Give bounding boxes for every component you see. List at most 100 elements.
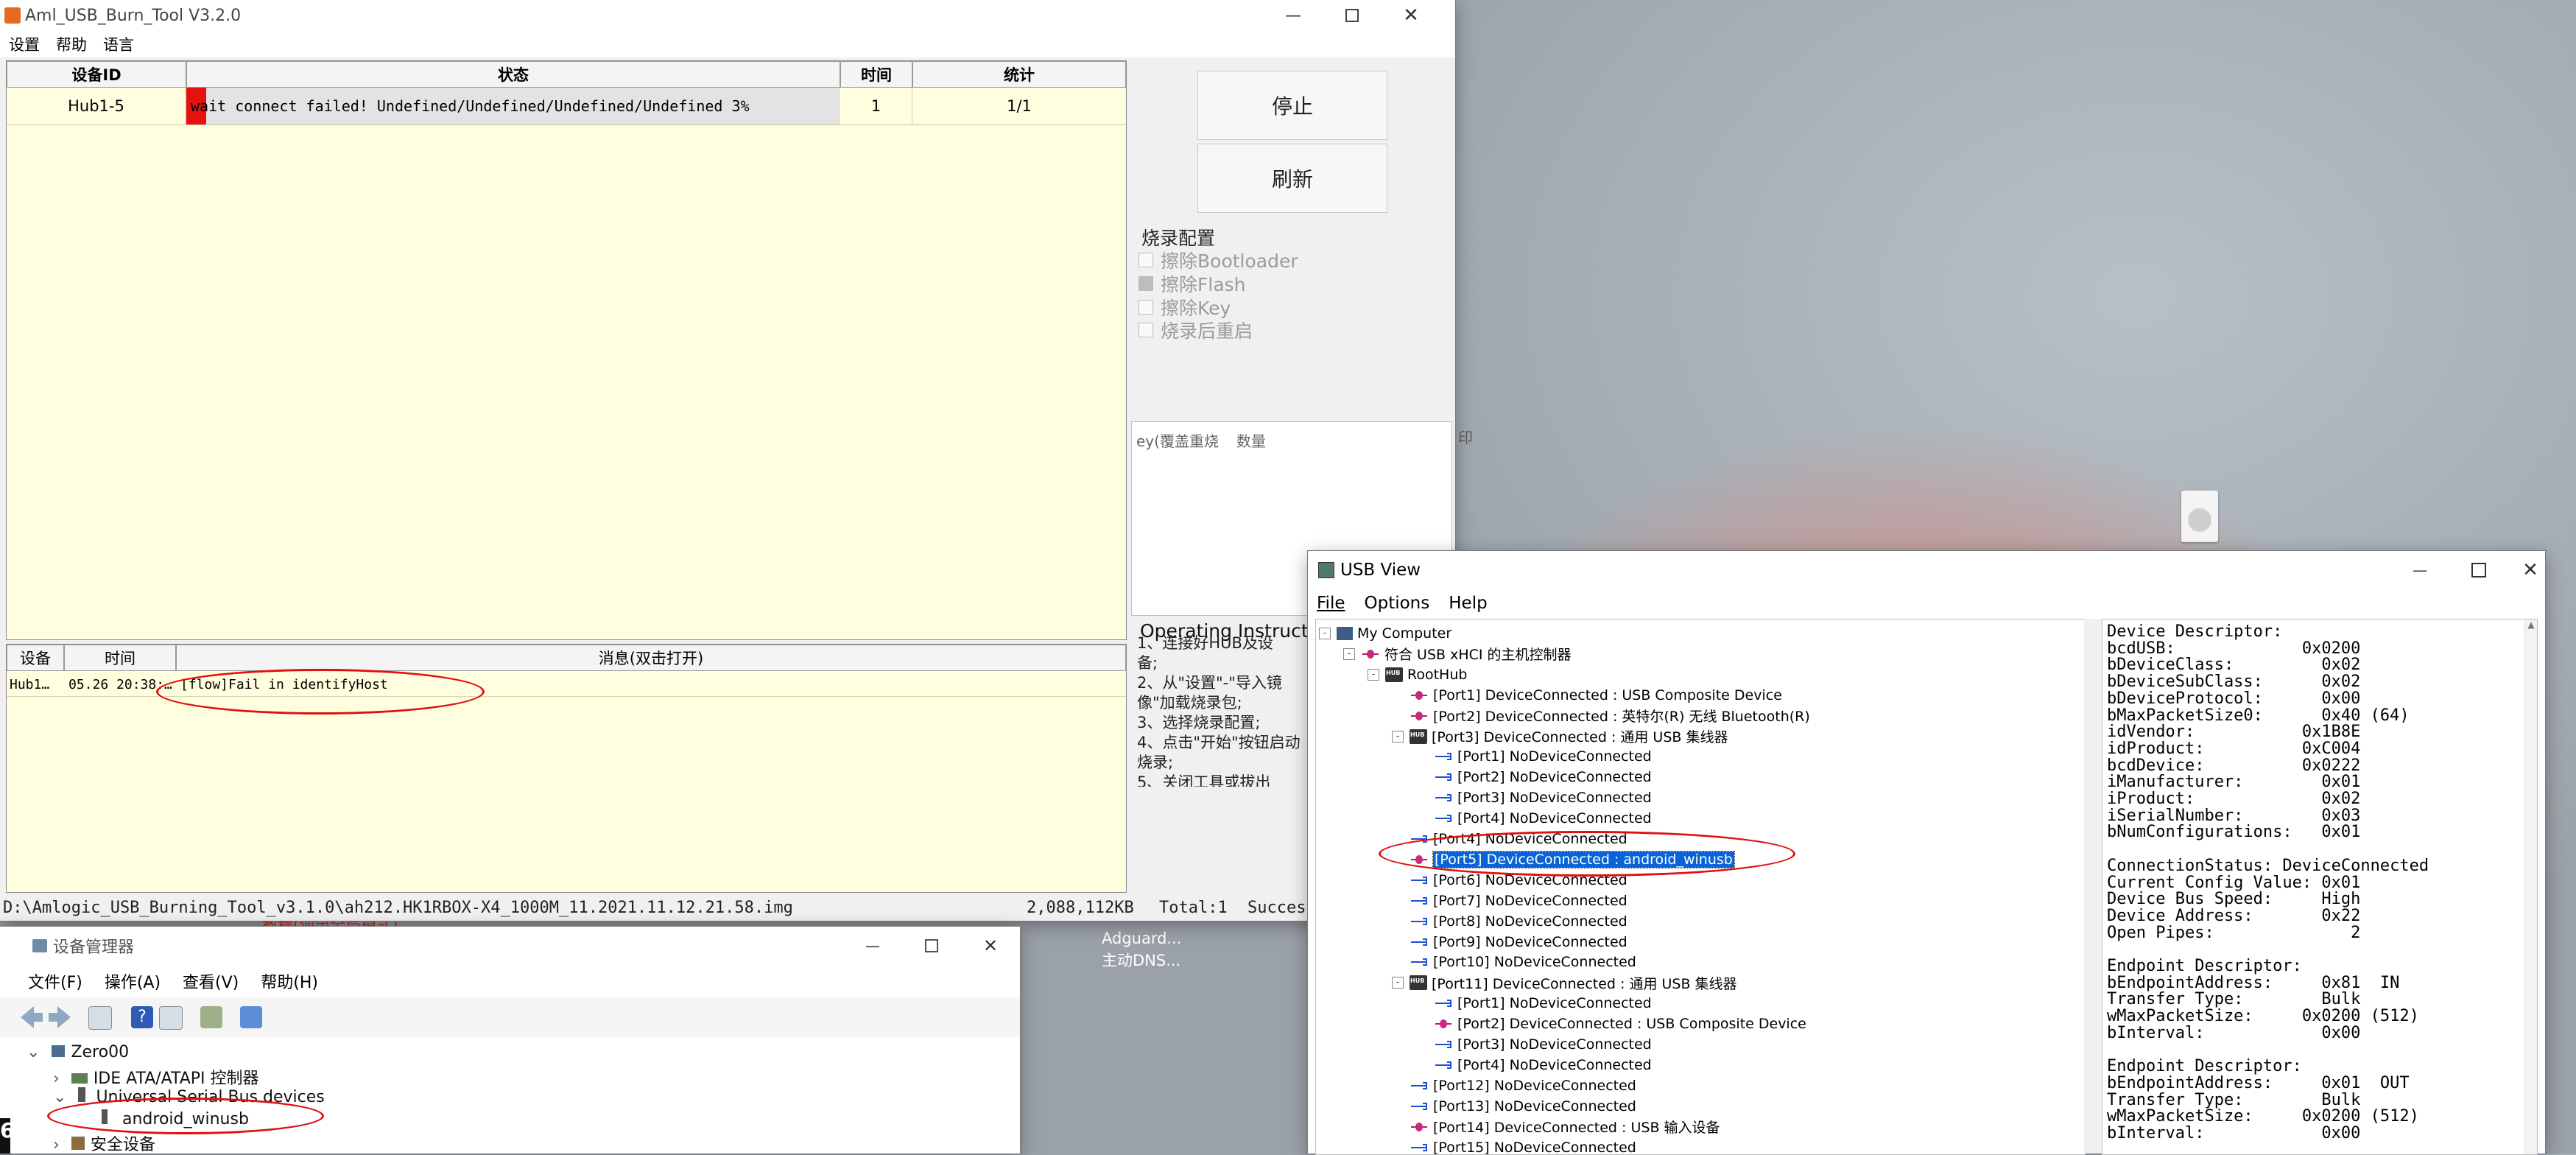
- usb-tree-node[interactable]: -My Computer: [1319, 624, 1451, 643]
- tree-collapse-icon[interactable]: -: [1368, 669, 1379, 681]
- menu-help[interactable]: 帮助(H): [261, 969, 318, 993]
- usb-tree-node-label: [Port8] NoDeviceConnected: [1433, 913, 1627, 930]
- tree-collapse-icon[interactable]: -: [1392, 977, 1404, 989]
- minimize-button[interactable]: —: [2390, 551, 2449, 589]
- tree-node-label: 安全设备: [91, 1136, 155, 1154]
- menu-file[interactable]: File: [1317, 594, 1345, 613]
- aml-burn-tool-window: Aml_USB_Burn_Tool V3.2.0 — ✕ 设置 帮助 语言 设备…: [0, 0, 1455, 921]
- usb-tree-node[interactable]: [Port1] DeviceConnected : USB Composite …: [1392, 686, 1782, 705]
- usb-tree-node[interactable]: [Port4] NoDeviceConnected: [1392, 829, 1627, 849]
- refresh-button[interactable]: 刷新: [1197, 144, 1387, 213]
- scroll-up-arrow-icon[interactable]: ▲: [2525, 619, 2537, 630]
- statusbar-total: Total:1: [1159, 899, 1228, 917]
- tree-node-ide[interactable]: ›IDE ATA/ATAPI 控制器: [53, 1065, 259, 1089]
- usb-tree-node[interactable]: [Port2] NoDeviceConnected: [1416, 768, 1652, 787]
- desktop-overlap-text-adguard: Adguard...: [1102, 930, 1181, 947]
- usbview-window-title: USB View: [1340, 561, 1421, 580]
- scan-hardware-icon[interactable]: [200, 1006, 222, 1028]
- usb-tree-node[interactable]: [Port8] NoDeviceConnected: [1392, 912, 1627, 931]
- usb-device-connected-icon: [1410, 1121, 1429, 1133]
- log-row[interactable]: Hub1… 05.26 20:38:… [flow]Fail in identi…: [7, 674, 1126, 697]
- back-arrow-icon[interactable]: [21, 1006, 43, 1028]
- usb-tree-node[interactable]: [Port7] NoDeviceConnected: [1392, 891, 1627, 910]
- chevron-right-icon[interactable]: ›: [53, 1136, 60, 1154]
- usb-tree-node[interactable]: [Port3] NoDeviceConnected: [1416, 1035, 1652, 1054]
- usb-tree-node[interactable]: [Port1] NoDeviceConnected: [1416, 994, 1652, 1013]
- log-col-header-device[interactable]: 设备: [7, 645, 64, 671]
- menu-settings[interactable]: 设置: [9, 33, 40, 55]
- table-row[interactable]: Hub1-5 wait connect failed! Undefined/Un…: [7, 88, 1126, 125]
- stop-button[interactable]: 停止: [1197, 71, 1387, 140]
- close-button[interactable]: ✕: [2501, 551, 2560, 589]
- checkbox-reboot-after[interactable]: 烧录后重启: [1139, 317, 1253, 343]
- usb-tree-node[interactable]: [Port2] DeviceConnected : USB Composite …: [1416, 1014, 1806, 1033]
- key-col-header-count[interactable]: 数量: [1236, 429, 1266, 451]
- chevron-down-icon[interactable]: ⌄: [27, 1043, 40, 1061]
- minimize-button[interactable]: —: [1264, 0, 1323, 31]
- close-button[interactable]: ✕: [1382, 0, 1440, 31]
- menu-view[interactable]: 查看(V): [183, 969, 239, 993]
- tree-node-android-winusb[interactable]: android_winusb: [102, 1109, 249, 1128]
- device-view-icon[interactable]: [159, 1006, 183, 1030]
- minimize-button[interactable]: —: [843, 927, 902, 965]
- usb-port-empty-icon: [1434, 997, 1453, 1009]
- help-icon[interactable]: ?: [131, 1006, 153, 1028]
- panel-divider[interactable]: [2084, 619, 2102, 1154]
- col-header-device-id[interactable]: 设备ID: [7, 61, 186, 88]
- usb-tree-node[interactable]: -符合 USB xHCI 的主机控制器: [1343, 645, 1572, 664]
- log-table: 设备 时间 消息(双击打开) Hub1… 05.26 20:38:… [flow…: [6, 644, 1127, 893]
- usb-tree-node[interactable]: [Port6] NoDeviceConnected: [1392, 871, 1627, 890]
- monitor-icon[interactable]: [240, 1006, 262, 1028]
- usb-tree-node[interactable]: [Port5] DeviceConnected : android_winusb: [1392, 850, 1734, 869]
- usb-tree-node-label: [Port3] NoDeviceConnected: [1457, 790, 1652, 806]
- key-col-header-key[interactable]: ey(覆盖重烧: [1136, 429, 1219, 451]
- checkbox-erase-flash[interactable]: 擦除Flash: [1139, 270, 1246, 297]
- close-button[interactable]: ✕: [961, 927, 1020, 965]
- key-table-side-label: 印: [1458, 426, 1473, 447]
- menu-action[interactable]: 操作(A): [105, 969, 161, 993]
- maximize-button[interactable]: [2449, 551, 2508, 589]
- chevron-right-icon[interactable]: ›: [53, 1070, 60, 1088]
- forward-arrow-icon[interactable]: [49, 1006, 71, 1028]
- chevron-down-icon[interactable]: ⌄: [53, 1088, 66, 1106]
- usb-tree-node[interactable]: -[Port3] DeviceConnected : 通用 USB 集线器: [1392, 727, 1728, 746]
- usb-tree-node[interactable]: [Port1] NoDeviceConnected: [1416, 747, 1652, 766]
- desktop-file-icon[interactable]: [2181, 491, 2218, 542]
- usb-tree-node[interactable]: [Port2] DeviceConnected : 英特尔(R) 无线 Blue…: [1392, 706, 1810, 726]
- usb-tree-node[interactable]: [Port9] NoDeviceConnected: [1392, 933, 1627, 952]
- maximize-button[interactable]: [1323, 0, 1382, 31]
- log-col-header-message[interactable]: 消息(双击打开): [176, 645, 1126, 671]
- usb-tree-node[interactable]: [Port10] NoDeviceConnected: [1392, 952, 1636, 972]
- checkbox-erase-bootloader[interactable]: 擦除Bootloader: [1139, 247, 1298, 273]
- tree-collapse-icon[interactable]: -: [1319, 628, 1331, 639]
- tree-node-usb-devices[interactable]: ⌄Universal Serial Bus devices: [53, 1087, 325, 1106]
- usb-tree-node[interactable]: [Port13] NoDeviceConnected: [1392, 1097, 1636, 1116]
- usb-tree-node[interactable]: -RootHub: [1368, 665, 1467, 684]
- menu-help[interactable]: Help: [1449, 594, 1487, 613]
- tree-collapse-icon[interactable]: -: [1343, 648, 1355, 660]
- menu-language[interactable]: 语言: [103, 33, 134, 55]
- col-header-time[interactable]: 时间: [840, 61, 912, 88]
- menu-options[interactable]: Options: [1365, 594, 1430, 613]
- menu-file[interactable]: 文件(F): [28, 969, 82, 993]
- tree-node-security[interactable]: › 安全设备: [53, 1131, 155, 1155]
- tree-node-label: android_winusb: [122, 1110, 249, 1128]
- checkbox-label: 擦除Bootloader: [1161, 247, 1298, 273]
- usb-tree-node-label: [Port10] NoDeviceConnected: [1433, 954, 1636, 970]
- usb-tree-node[interactable]: [Port4] NoDeviceConnected: [1416, 809, 1652, 828]
- maximize-button[interactable]: [902, 927, 961, 965]
- col-header-stats[interactable]: 统计: [912, 61, 1126, 88]
- usb-tree-node[interactable]: [Port12] NoDeviceConnected: [1392, 1076, 1636, 1095]
- col-header-status[interactable]: 状态: [186, 61, 840, 88]
- usb-tree-node[interactable]: [Port4] NoDeviceConnected: [1416, 1056, 1652, 1075]
- tree-collapse-icon[interactable]: -: [1392, 731, 1404, 742]
- scrollbar-vertical[interactable]: ▲: [2524, 619, 2537, 1154]
- usb-tree-node[interactable]: [Port14] DeviceConnected : USB 输入设备: [1392, 1117, 1720, 1137]
- usb-tree-node[interactable]: [Port15] NoDeviceConnected: [1392, 1138, 1636, 1155]
- usb-tree-node[interactable]: -[Port11] DeviceConnected : 通用 USB 集线器: [1392, 973, 1737, 992]
- tree-node-computer[interactable]: ⌄Zero00: [27, 1043, 129, 1061]
- usb-tree-node[interactable]: [Port3] NoDeviceConnected: [1416, 788, 1652, 807]
- properties-icon[interactable]: [88, 1006, 112, 1030]
- menu-help[interactable]: 帮助: [56, 33, 87, 55]
- log-col-header-time[interactable]: 时间: [64, 645, 176, 671]
